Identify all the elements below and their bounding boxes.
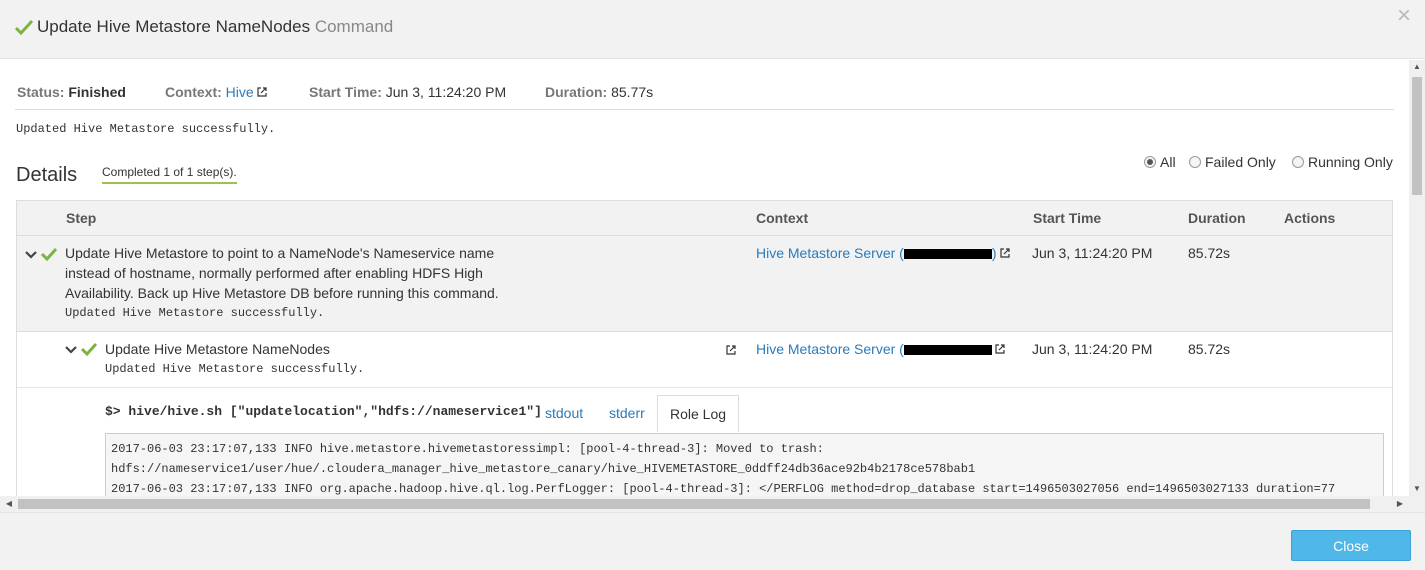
- substep-start-time: Jun 3, 11:24:20 PM: [1032, 341, 1153, 357]
- steps-table: Step Context Start Time Duration Actions…: [16, 200, 1393, 496]
- scroll-down-arrow-icon[interactable]: ▼: [1409, 482, 1425, 496]
- modal-header: Update Hive Metastore NameNodes Command …: [0, 0, 1425, 59]
- check-icon: [15, 19, 33, 35]
- close-button[interactable]: Close: [1291, 530, 1411, 561]
- chevron-down-icon[interactable]: [65, 345, 77, 355]
- substep-message: Updated Hive Metastore successfully.: [105, 362, 365, 376]
- tab-role-log[interactable]: Role Log: [657, 395, 740, 432]
- step-start-time: Jun 3, 11:24:20 PM: [1032, 245, 1153, 261]
- table-row: Update Hive Metastore to point to a Name…: [17, 236, 1392, 332]
- modal-title: Update Hive Metastore NameNodes Command: [37, 17, 393, 37]
- column-start-time: Start Time: [1033, 210, 1102, 226]
- details-heading: Details: [16, 164, 78, 186]
- check-icon: [41, 247, 57, 261]
- divider: [15, 109, 1394, 110]
- chevron-down-icon[interactable]: [25, 250, 37, 260]
- redacted-hostname: [903, 249, 992, 259]
- command-text: hive/hive.sh ["updatelocation","hdfs://n…: [128, 404, 542, 419]
- scrollbar-thumb[interactable]: [18, 499, 1370, 509]
- status-field: Status: Finished: [17, 84, 126, 100]
- context-link[interactable]: Hive Metastore Server (): [756, 245, 997, 261]
- command-name: Update Hive Metastore NameNodes: [37, 17, 311, 36]
- command-details-panel: Status: Finished Context: Hive Start Tim…: [0, 60, 1409, 496]
- context-link[interactable]: Hive: [226, 84, 254, 100]
- step-description: Update Hive Metastore to point to a Name…: [65, 243, 499, 323]
- close-icon[interactable]: ×: [1397, 4, 1411, 28]
- context-link[interactable]: Hive Metastore Server (: [756, 341, 992, 357]
- redacted-hostname: [903, 345, 992, 355]
- start-time-value: Jun 3, 11:24:20 PM: [385, 84, 507, 100]
- external-link-icon[interactable]: [726, 345, 736, 355]
- scroll-up-arrow-icon[interactable]: ▲: [1409, 60, 1425, 74]
- radio-icon[interactable]: [1144, 156, 1156, 168]
- external-link-icon[interactable]: [999, 248, 1010, 258]
- tab-stderr[interactable]: stderr: [597, 395, 657, 432]
- column-step: Step: [66, 210, 97, 226]
- log-line: 2017-06-03 23:17:07,133 INFO org.apache.…: [111, 482, 1336, 496]
- table-header: Step Context Start Time Duration Actions: [17, 201, 1392, 236]
- substep-context: Hive Metastore Server (: [756, 339, 1005, 359]
- scroll-right-arrow-icon[interactable]: ▶: [1393, 496, 1407, 512]
- completed-steps-badge[interactable]: Completed 1 of 1 step(s).: [102, 165, 237, 184]
- command-line: $> hive/hive.sh ["updatelocation","hdfs:…: [105, 404, 542, 419]
- log-area: $> hive/hive.sh ["updatelocation","hdfs:…: [17, 389, 1392, 496]
- column-duration: Duration: [1188, 210, 1246, 226]
- modal-footer: Close: [0, 512, 1425, 570]
- filter-all[interactable]: All: [1144, 154, 1176, 170]
- command-subtitle: Command: [314, 17, 394, 36]
- scrollbar-thumb[interactable]: [1412, 77, 1422, 195]
- radio-icon[interactable]: [1189, 156, 1201, 168]
- tab-stdout[interactable]: stdout: [533, 395, 595, 432]
- horizontal-scrollbar[interactable]: ◀ ▶: [0, 496, 1409, 512]
- log-line: hdfs://nameservice1/user/hue/.cloudera_m…: [111, 462, 976, 476]
- column-context: Context: [756, 210, 809, 226]
- start-time-field: Start Time: Jun 3, 11:24:20 PM: [309, 84, 507, 100]
- radio-icon[interactable]: [1292, 156, 1304, 168]
- log-line: 2017-06-03 23:17:07,133 INFO hive.metast…: [111, 442, 824, 456]
- step-message: Updated Hive Metastore successfully.: [65, 306, 325, 320]
- column-actions: Actions: [1284, 210, 1336, 226]
- filter-failed-only[interactable]: Failed Only: [1189, 154, 1276, 170]
- external-link-icon[interactable]: [995, 344, 1005, 354]
- filter-running-only[interactable]: Running Only: [1292, 154, 1393, 170]
- result-message: Updated Hive Metastore successfully.: [16, 122, 276, 136]
- check-icon: [81, 342, 97, 356]
- substep-description: Update Hive Metastore NameNodes Updated …: [105, 339, 364, 379]
- status-value: Finished: [68, 84, 126, 100]
- step-duration: 85.72s: [1188, 245, 1231, 261]
- context-field: Context: Hive: [165, 84, 267, 100]
- substep-duration: 85.72s: [1188, 341, 1231, 357]
- step-context: Hive Metastore Server (): [756, 243, 1010, 263]
- duration-field: Duration: 85.77s: [545, 84, 654, 100]
- external-link-icon[interactable]: [257, 87, 267, 97]
- vertical-scrollbar[interactable]: ▲ ▼: [1409, 60, 1425, 496]
- table-row: Update Hive Metastore NameNodes Updated …: [17, 332, 1392, 388]
- scroll-left-arrow-icon[interactable]: ◀: [2, 496, 16, 512]
- log-output: 2017-06-03 23:17:07,133 INFO hive.metast…: [105, 433, 1384, 496]
- duration-value: 85.77s: [611, 84, 654, 100]
- scrollbar-corner: [1409, 496, 1425, 512]
